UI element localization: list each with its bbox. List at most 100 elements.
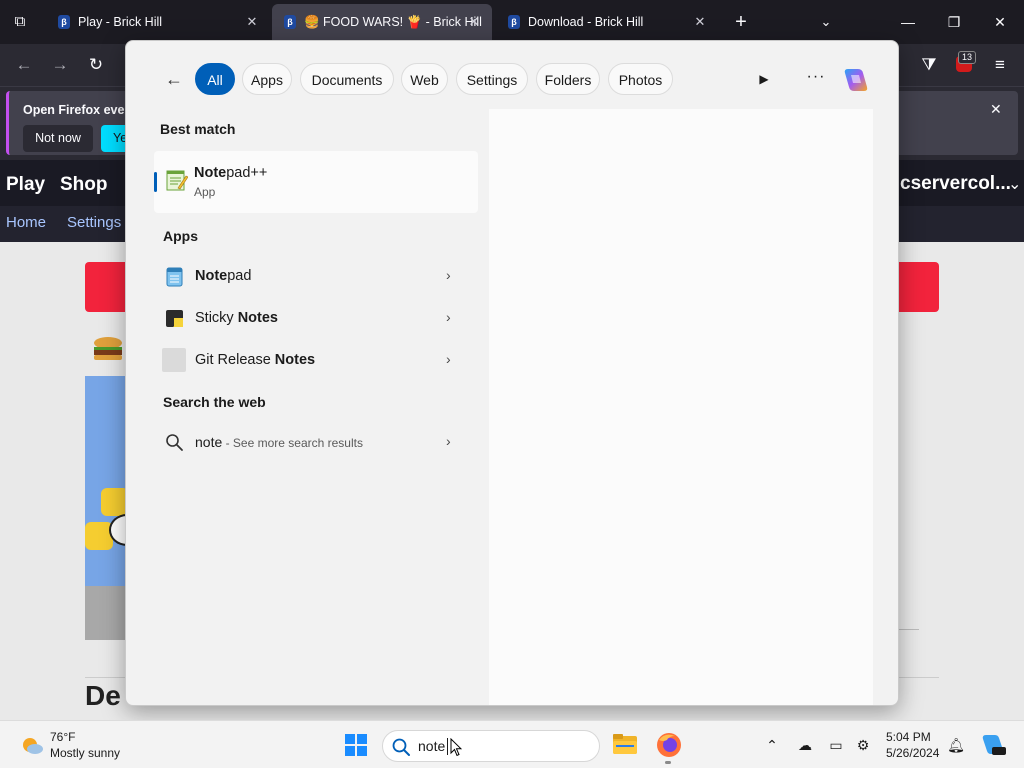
taskbar-search-box[interactable]: note — [382, 730, 600, 762]
chevron-up-icon[interactable]: ⌃ — [762, 735, 782, 755]
brick-hill-favicon-icon: β — [508, 15, 520, 29]
network-icon[interactable]: ⚙ — [853, 735, 873, 755]
app-result-notepad[interactable]: Notepad › — [154, 257, 478, 295]
clock-time[interactable]: 5:04 PM — [886, 730, 931, 744]
chevron-right-icon[interactable]: › — [446, 267, 451, 283]
file-explorer-icon[interactable] — [612, 733, 638, 755]
web-search-result[interactable]: note - See more search results › — [154, 423, 478, 461]
filter-web[interactable]: Web — [401, 63, 448, 95]
label-prefix: Sticky — [195, 310, 238, 326]
search-web-heading: Search the web — [163, 394, 266, 410]
back-arrow-icon[interactable]: ← — [162, 67, 186, 91]
notepad-plus-plus-icon — [166, 170, 188, 191]
menu-icon[interactable]: ≡ — [988, 53, 1012, 77]
divider — [899, 629, 919, 630]
more-options-icon[interactable]: ··· — [804, 67, 828, 91]
browser-tab[interactable]: β Play - Brick Hill ✕ — [44, 0, 270, 44]
match-highlight: Note — [195, 268, 228, 284]
search-icon — [166, 434, 183, 451]
running-indicator — [665, 761, 671, 764]
apps-heading: Apps — [163, 228, 198, 244]
filter-documents[interactable]: Documents — [300, 63, 394, 95]
extensions-icon[interactable]: ⧩ — [917, 53, 941, 77]
tab-title: 🍔 FOOD WARS! 🍟 - Brick Hill — [304, 14, 482, 29]
search-query-text[interactable]: note — [418, 738, 445, 754]
filter-all[interactable]: All — [195, 63, 235, 95]
reload-icon[interactable]: ↻ — [84, 53, 108, 77]
filter-photos[interactable]: Photos — [608, 63, 673, 95]
close-tab-icon[interactable]: ✕ — [244, 14, 260, 30]
not-now-button[interactable]: Not now — [23, 125, 93, 152]
onedrive-offline-icon[interactable]: ☁ — [795, 735, 815, 755]
list-tabs-icon[interactable]: ⌄ — [814, 10, 838, 34]
clock-date[interactable]: 5/26/2024 — [886, 746, 939, 760]
browser-tab-bar: ⧉ β Play - Brick Hill ✕ β 🍔 FOOD WARS! 🍟… — [0, 0, 1024, 44]
chevron-right-icon[interactable]: › — [446, 309, 451, 325]
app-label: Notepad — [195, 268, 251, 284]
play-icon[interactable]: ▶ — [754, 69, 774, 89]
sticky-notes-icon — [166, 310, 183, 327]
notepad-icon — [166, 267, 183, 287]
label-suffix: pad — [227, 268, 252, 284]
extension-count-badge: 13 — [958, 51, 976, 64]
weather-description[interactable]: Mostly sunny — [50, 746, 120, 760]
weather-sunny-icon[interactable] — [20, 733, 44, 757]
close-tab-icon[interactable]: ✕ — [692, 14, 708, 30]
chevron-right-icon[interactable]: › — [446, 433, 451, 449]
browser-tab[interactable]: β Download - Brick Hill ✕ — [494, 0, 718, 44]
best-match-type: App — [194, 185, 216, 199]
web-query: note — [195, 434, 223, 450]
firefox-icon[interactable] — [656, 732, 682, 758]
preview-pane — [489, 109, 873, 705]
copilot-icon[interactable] — [840, 65, 870, 95]
web-result-label: note - See more search results — [195, 434, 363, 450]
filter-apps[interactable]: Apps — [242, 63, 292, 95]
label-prefix: Git Release — [195, 352, 275, 368]
new-tab-icon[interactable]: + — [729, 10, 753, 34]
windows-start-icon[interactable] — [344, 733, 368, 757]
tab-title: Play - Brick Hill — [78, 15, 163, 29]
restore-icon[interactable]: ❐ — [934, 8, 974, 36]
browser-tab-active[interactable]: β 🍔 FOOD WARS! 🍟 - Brick Hill ✕ — [272, 4, 492, 40]
selection-indicator — [154, 172, 157, 192]
app-result-git-release-notes[interactable]: Git Release Notes › — [154, 341, 478, 379]
text-caret — [447, 738, 448, 755]
best-match-result[interactable] — [154, 151, 478, 213]
app-label: Sticky Notes — [195, 310, 278, 326]
git-release-notes-icon — [162, 348, 186, 372]
filter-folders[interactable]: Folders — [536, 63, 600, 95]
nav-shop-link[interactable]: Shop — [60, 174, 108, 196]
minimize-icon[interactable]: — — [888, 8, 928, 36]
best-match-heading: Best match — [160, 121, 236, 137]
subnav-home-link[interactable]: Home — [6, 214, 46, 231]
chevron-right-icon[interactable]: › — [446, 351, 451, 367]
brick-hill-favicon-icon: β — [284, 15, 296, 29]
windows-search-panel: ← All Apps Documents Web Settings Folder… — [125, 40, 899, 706]
match-highlight: Note — [194, 165, 227, 181]
weather-temperature[interactable]: 76°F — [50, 730, 75, 744]
subnav-settings-link[interactable]: Settings — [67, 214, 121, 231]
close-tab-icon[interactable]: ✕ — [466, 14, 482, 30]
notification-bell-icon[interactable]: 🔔︎ — [946, 735, 966, 755]
chevron-down-icon[interactable]: ⌄ — [1008, 174, 1021, 194]
tab-title: Download - Brick Hill — [528, 15, 644, 29]
copilot-pre-icon[interactable] — [980, 732, 1006, 758]
best-match-name: Notepad++ — [194, 165, 267, 181]
app-label: Git Release Notes — [195, 352, 315, 368]
close-notification-icon[interactable]: ✕ — [990, 101, 1002, 118]
filter-settings[interactable]: Settings — [456, 63, 528, 95]
section-heading: De — [85, 680, 121, 711]
forward-arrow-icon[interactable]: → — [48, 53, 72, 77]
mouse-cursor-icon — [450, 738, 462, 757]
username-menu[interactable]: cservercol... — [900, 173, 1011, 195]
back-arrow-icon[interactable]: ← — [12, 53, 36, 77]
match-highlight: Notes — [274, 352, 316, 368]
app-result-sticky-notes[interactable]: Sticky Notes › — [154, 299, 478, 337]
close-window-icon[interactable]: ✕ — [980, 8, 1020, 36]
match-highlight: Notes — [237, 310, 278, 326]
match-rest: pad++ — [226, 165, 268, 181]
tab-overview-icon[interactable]: ⧉ — [8, 10, 32, 34]
display-icon[interactable]: ▭ — [826, 735, 846, 755]
nav-play-link[interactable]: Play — [6, 174, 45, 196]
search-icon — [392, 738, 410, 756]
